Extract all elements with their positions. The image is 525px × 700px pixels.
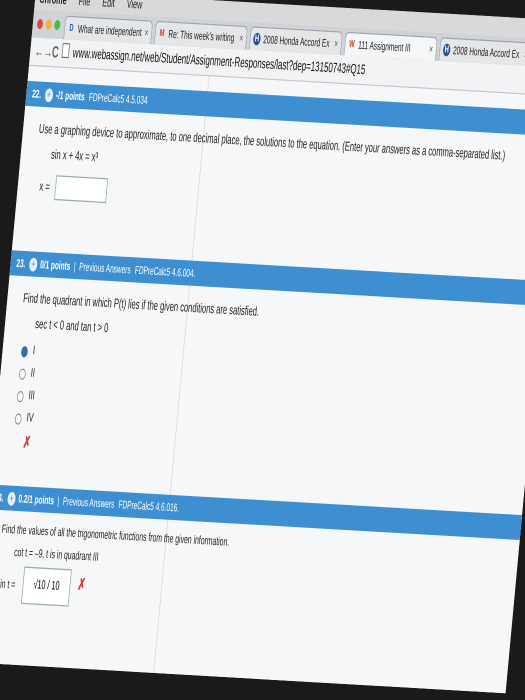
honda-icon: H bbox=[442, 43, 451, 57]
webassign-icon: W bbox=[348, 38, 356, 50]
tab-title: 2008 Honda Accord Ex bbox=[452, 44, 520, 61]
points: -/1 points bbox=[55, 88, 86, 103]
question-24-given: cot t = –9, t is in quadrant III bbox=[13, 545, 100, 565]
tab-close-icon[interactable]: × bbox=[238, 27, 244, 50]
incorrect-icon: ✗ bbox=[22, 432, 32, 452]
menu-file[interactable]: File bbox=[78, 0, 91, 9]
reload-icon[interactable]: C bbox=[51, 42, 59, 62]
menu-view[interactable]: View bbox=[126, 0, 143, 12]
sin-answer-value: √10 / 10 bbox=[32, 578, 61, 594]
tab-close-icon[interactable]: × bbox=[144, 21, 150, 44]
tab-title: Re: This week's writing bbox=[167, 27, 235, 44]
previous-answers-link[interactable]: Previous Answers bbox=[62, 495, 115, 510]
question-source: FDPreCalc5 4.5.034 bbox=[88, 90, 149, 107]
quadrant-radio-ii[interactable] bbox=[18, 368, 27, 381]
option-label: III bbox=[28, 389, 36, 404]
answer-label: x = bbox=[38, 179, 51, 195]
gmail-icon: M bbox=[159, 27, 166, 39]
page-icon bbox=[61, 42, 71, 59]
close-window-icon[interactable] bbox=[36, 18, 44, 30]
answer-input[interactable] bbox=[54, 175, 109, 204]
assignment-page: 22. + -/1 points FDPreCalc5 4.5.034 Use a g… bbox=[0, 65, 525, 694]
question-24-prompt: Find the values of all the trigonometric… bbox=[1, 522, 230, 550]
question-source: FDPreCalc5 4.6.016. bbox=[118, 498, 180, 515]
tab-title: 2008 Honda Accord Ex bbox=[262, 33, 331, 50]
minimize-window-icon[interactable] bbox=[45, 19, 53, 30]
honda-icon: H bbox=[252, 32, 262, 46]
sin-label: sin t = bbox=[0, 577, 16, 593]
option-label: IV bbox=[25, 411, 35, 426]
tab-title: What are independent bbox=[77, 22, 143, 39]
quadrant-radio-iv[interactable] bbox=[14, 413, 22, 425]
browser-window: Chrome File Edit View D What are indepen… bbox=[0, 0, 525, 694]
expand-icon[interactable]: + bbox=[6, 491, 17, 507]
expand-icon[interactable]: + bbox=[28, 257, 38, 272]
sin-answer-input[interactable]: √10 / 10 bbox=[20, 566, 72, 607]
question-22-equation: sin x + 4x = x³ bbox=[50, 147, 99, 166]
tab-close-icon[interactable]: × bbox=[333, 32, 339, 55]
divider bbox=[153, 76, 210, 675]
question-source: FDPreCalc5 4.6.004. bbox=[134, 263, 196, 280]
question-number: 23. bbox=[15, 256, 27, 270]
previous-answers-link[interactable]: Previous Answers bbox=[79, 260, 132, 275]
incorrect-icon: ✗ bbox=[76, 574, 87, 594]
separator: | bbox=[57, 494, 60, 508]
quadrant-radio-i[interactable] bbox=[20, 346, 29, 358]
separator: | bbox=[73, 260, 77, 273]
option-label: II bbox=[30, 366, 36, 381]
question-23-prompt: Find the quadrant in which P(t) lies if … bbox=[22, 291, 260, 320]
question-23-conditions: sec t < 0 and tan t > 0 bbox=[34, 316, 110, 336]
zoom-window-icon[interactable] bbox=[53, 19, 61, 31]
question-number: 22. bbox=[31, 87, 42, 101]
tab-title: 111 Assignment III bbox=[357, 38, 412, 55]
points: 0/1 points bbox=[39, 258, 71, 273]
tab-close-icon[interactable]: × bbox=[428, 38, 434, 61]
dictionary-icon: D bbox=[68, 22, 75, 34]
points: 0.2/1 points bbox=[17, 492, 55, 507]
menu-edit[interactable]: Edit bbox=[102, 0, 116, 11]
expand-icon[interactable]: + bbox=[44, 88, 54, 103]
menu-app[interactable]: Chrome bbox=[39, 0, 67, 8]
photo-frame: Chrome File Edit View D What are indepen… bbox=[0, 0, 525, 700]
option-label: I bbox=[32, 344, 36, 359]
quadrant-radio-iii[interactable] bbox=[16, 390, 25, 403]
